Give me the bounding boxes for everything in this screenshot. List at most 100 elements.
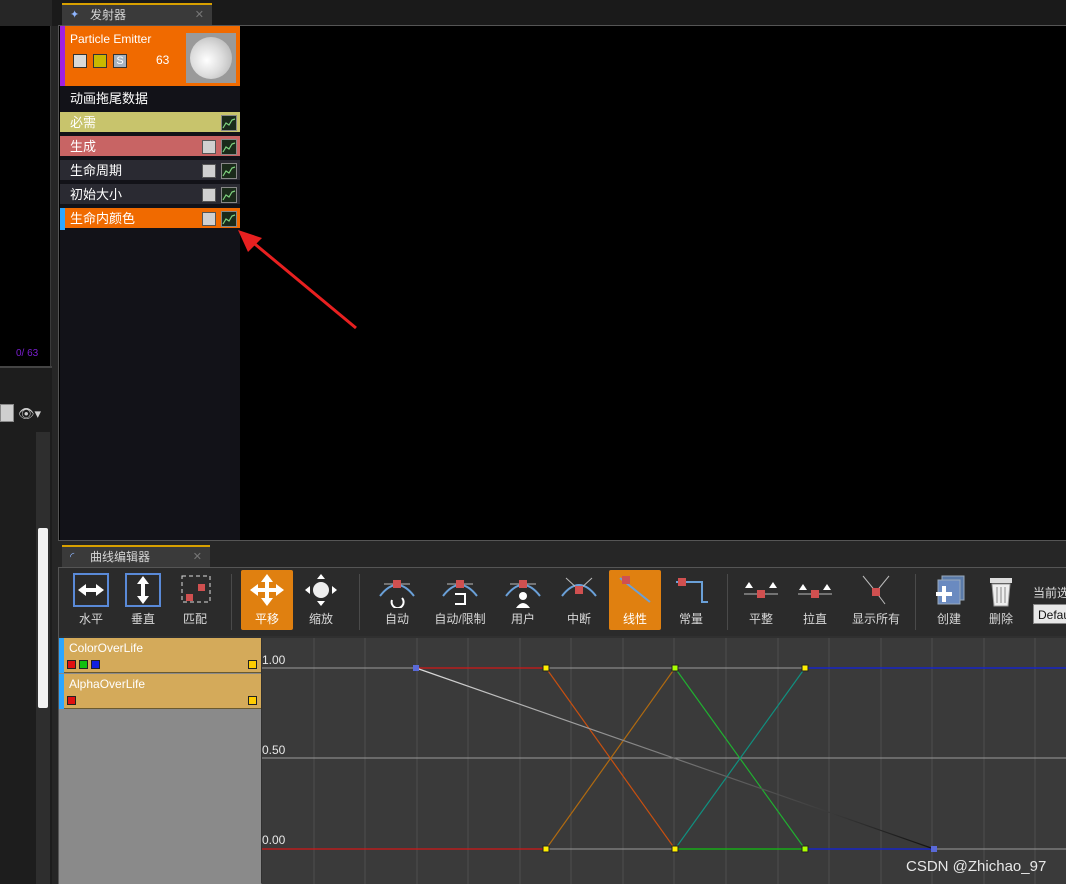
button-label: 用户 xyxy=(510,612,535,626)
curve-entry-color-over-life[interactable]: ColorOverLife xyxy=(59,638,261,673)
curve-graph-icon[interactable] xyxy=(221,139,237,155)
curve-key[interactable] xyxy=(671,845,679,853)
curve-key[interactable] xyxy=(931,846,937,852)
curve-graph-icon[interactable] xyxy=(221,211,237,227)
curve-entry-alpha-over-life[interactable]: AlphaOverLife xyxy=(59,674,261,709)
constant-icon xyxy=(676,578,708,603)
emitter-accent-bar xyxy=(60,26,65,86)
button-label: 水平 xyxy=(78,612,103,626)
module-lifetime[interactable]: 生命周期 xyxy=(60,160,240,182)
close-icon[interactable]: ✕ xyxy=(193,547,202,567)
curve-key[interactable] xyxy=(801,845,809,853)
fit-horizontal-icon xyxy=(73,573,109,607)
module-enable-checkbox[interactable] xyxy=(202,140,216,154)
straighten-icon xyxy=(798,584,832,598)
show-all-tangents-icon xyxy=(862,575,890,605)
curve-key[interactable] xyxy=(542,664,550,672)
scrollbar-thumb[interactable] xyxy=(38,528,48,708)
show-all-tangents-button[interactable]: 显示所有 xyxy=(845,570,907,630)
module-label: 生命内颜色 xyxy=(70,211,136,226)
button-label: 平整 xyxy=(748,612,773,626)
flatten-tangents-button[interactable]: 平整 xyxy=(735,570,787,630)
emitter-name: Particle Emitter xyxy=(70,32,152,46)
pan-icon xyxy=(250,574,284,606)
fit-selected-button[interactable]: 匹配 xyxy=(169,570,221,630)
emitter-render-mode-icon[interactable] xyxy=(93,54,107,68)
emitter-enable-checkbox[interactable] xyxy=(73,54,87,68)
module-required[interactable]: 必需 xyxy=(60,112,240,134)
module-label: 动画拖尾数据 xyxy=(70,91,149,106)
curve-key[interactable] xyxy=(542,845,550,853)
curve-key[interactable] xyxy=(801,664,809,672)
curve-key[interactable] xyxy=(671,664,679,672)
curve-toolbar: 水平 垂直 匹配 平移 缩放 自动 自动/限制 用户 中断 线性 常量 平整 拉… xyxy=(59,568,1066,636)
curve-name: ColorOverLife xyxy=(69,641,144,655)
curve-graph-area[interactable]: 1.00 0.50 0.00 xyxy=(262,638,1066,884)
particle-count-readout: 0/ 63 xyxy=(16,348,39,359)
emitter-solo-button[interactable]: S xyxy=(113,54,127,68)
button-label: 拉直 xyxy=(802,612,827,626)
button-label: 常量 xyxy=(678,612,703,626)
emitter-header[interactable]: Particle Emitter S 63 xyxy=(60,26,240,86)
curve-visibility-toggle[interactable] xyxy=(248,696,257,705)
curve-entry-accent xyxy=(59,674,64,709)
channel-green-toggle[interactable] xyxy=(79,660,88,669)
tangent-user-button[interactable]: 用户 xyxy=(497,570,549,630)
module-initial-size[interactable]: 初始大小 xyxy=(60,184,240,206)
watermark-text: CSDN @Zhichao_97 xyxy=(906,858,1047,875)
interp-linear-button[interactable]: 线性 xyxy=(609,570,661,630)
curve-key[interactable] xyxy=(413,665,419,671)
auto-tangent-icon xyxy=(379,580,415,608)
tab-emitter[interactable]: ✦ 发射器 ✕ xyxy=(62,3,212,25)
curve-graph-icon[interactable] xyxy=(221,115,237,131)
eye-dropdown-icon[interactable]: 👁▾ xyxy=(18,406,50,421)
emitter-tab-icon: ✦ xyxy=(70,9,80,21)
create-tab-icon xyxy=(936,575,965,605)
module-spawn[interactable]: 生成 xyxy=(60,136,240,158)
left-viewport-panel: 0/ 63 xyxy=(0,26,51,366)
y-axis-label-bottom: 0.00 xyxy=(262,833,286,847)
annotation-arrow xyxy=(238,230,357,330)
fit-vertical-icon xyxy=(125,573,161,607)
tangent-break-button[interactable]: 中断 xyxy=(553,570,605,630)
delete-tab-icon xyxy=(990,578,1012,607)
module-anim-trail-data[interactable]: 动画拖尾数据 xyxy=(60,88,240,110)
curve-visibility-toggle[interactable] xyxy=(248,660,257,669)
current-tab-label: 当前选 xyxy=(1033,586,1066,600)
tab-curve-editor-label: 曲线编辑器 xyxy=(90,550,151,564)
create-tab-button[interactable]: 创建 xyxy=(923,570,975,630)
button-label: 线性 xyxy=(622,612,647,626)
curve-name: AlphaOverLife xyxy=(69,677,146,691)
emitter-panel: Particle Emitter S 63 动画拖尾数据 必需 生成 生命周期 … xyxy=(58,25,1066,541)
channel-red-toggle[interactable] xyxy=(67,660,76,669)
module-enable-checkbox[interactable] xyxy=(202,188,216,202)
curve-editor-panel: 水平 垂直 匹配 平移 缩放 自动 自动/限制 用户 中断 线性 常量 平整 拉… xyxy=(58,567,1066,884)
tab-curve-editor[interactable]: ◜ 曲线编辑器 ✕ xyxy=(62,545,210,567)
channel-red-toggle[interactable] xyxy=(67,696,76,705)
current-tab-dropdown[interactable]: Defau xyxy=(1033,604,1066,624)
close-icon[interactable]: ✕ xyxy=(195,5,204,25)
module-enable-checkbox[interactable] xyxy=(202,164,216,178)
module-label: 初始大小 xyxy=(70,187,123,202)
straighten-tangents-button[interactable]: 拉直 xyxy=(789,570,841,630)
fit-vertical-button[interactable]: 垂直 xyxy=(117,570,169,630)
pan-mode-button[interactable]: 平移 xyxy=(241,570,293,630)
grid-view-icon[interactable] xyxy=(0,404,14,422)
fit-horizontal-button[interactable]: 水平 xyxy=(65,570,117,630)
selected-accent xyxy=(60,208,65,230)
curve-graph-icon[interactable] xyxy=(221,187,237,203)
tangent-auto-button[interactable]: 自动 xyxy=(371,570,423,630)
y-axis-label-top: 1.00 xyxy=(262,653,286,667)
emitter-column[interactable]: Particle Emitter S 63 动画拖尾数据 必需 生成 生命周期 … xyxy=(60,26,240,540)
break-tangent-icon xyxy=(561,577,597,597)
channel-blue-toggle[interactable] xyxy=(91,660,100,669)
curve-graph-svg[interactable]: 1.00 0.50 0.00 xyxy=(262,638,1066,884)
module-enable-checkbox[interactable] xyxy=(202,212,216,226)
delete-tab-button[interactable]: 删除 xyxy=(975,570,1027,630)
curve-graph-icon[interactable] xyxy=(221,163,237,179)
module-color-over-life[interactable]: 生命内颜色 xyxy=(60,208,240,230)
interp-constant-button[interactable]: 常量 xyxy=(665,570,717,630)
zoom-mode-button[interactable]: 缩放 xyxy=(295,570,347,630)
tangent-auto-clamped-button[interactable]: 自动/限制 xyxy=(429,570,491,630)
curve-list: ColorOverLife AlphaOverLife xyxy=(59,638,261,884)
